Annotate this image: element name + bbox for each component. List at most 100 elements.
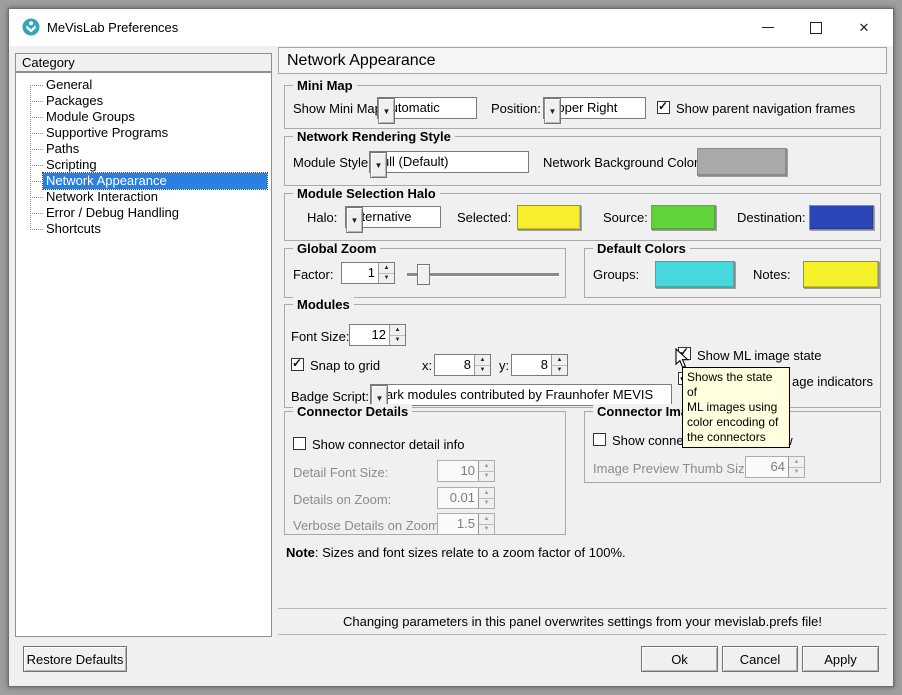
module-selection-halo-group: Module Selection Halo Halo: Alternative …	[284, 193, 881, 241]
image-indicators-label-fragment: age indicators	[792, 374, 873, 389]
snap-to-grid-checkbox[interactable]	[291, 358, 304, 371]
selected-color-label: Selected:	[457, 210, 511, 225]
spin-down-icon[interactable]	[552, 366, 567, 376]
spin-down-icon[interactable]	[390, 336, 405, 346]
footer-info: Changing parameters in this panel overwr…	[278, 608, 887, 635]
halo-label: Halo:	[307, 210, 337, 225]
spin-down-icon[interactable]	[475, 366, 490, 376]
selected-color-swatch[interactable]	[517, 205, 581, 230]
sidebar-item-scripting[interactable]: Scripting	[16, 157, 271, 173]
notes-color-label: Notes:	[753, 267, 791, 282]
preferences-window: MeVisLab Preferences Category General Pa…	[8, 8, 894, 687]
zoom-factor-slider-handle[interactable]	[417, 264, 430, 285]
category-tree: General Packages Module Groups Supportiv…	[15, 72, 272, 637]
maximize-button[interactable]	[795, 9, 837, 46]
close-button[interactable]	[843, 9, 885, 46]
minimize-icon	[762, 27, 774, 28]
spin-up-icon[interactable]	[390, 325, 405, 336]
sidebar-item-packages[interactable]: Packages	[16, 93, 271, 109]
category-header: Category	[15, 53, 272, 72]
notes-color-swatch[interactable]	[803, 261, 879, 288]
spin-down-icon[interactable]	[379, 274, 394, 284]
position-select[interactable]: Upper Right	[543, 97, 646, 119]
sidebar-item-module-groups[interactable]: Module Groups	[16, 109, 271, 125]
chevron-down-icon[interactable]	[544, 98, 561, 124]
sidebar-item-general[interactable]: General	[16, 77, 271, 93]
spin-down-icon	[789, 468, 804, 478]
grid-x-spinbox[interactable]: 8	[434, 354, 491, 376]
halo-select[interactable]: Alternative	[345, 206, 441, 228]
show-connector-detail-info-checkbox[interactable]	[293, 437, 306, 450]
chevron-down-icon[interactable]	[378, 98, 395, 124]
network-background-color-swatch[interactable]	[697, 148, 787, 176]
ok-button[interactable]: Ok	[641, 646, 718, 672]
destination-color-label: Destination:	[737, 210, 806, 225]
spin-up-icon[interactable]	[379, 263, 394, 274]
spin-up-icon[interactable]	[552, 355, 567, 366]
cancel-button[interactable]: Cancel	[722, 646, 798, 672]
spin-up-icon	[479, 514, 494, 525]
network-background-color-label: Network Background Color:	[543, 155, 702, 170]
sidebar-item-network-interaction[interactable]: Network Interaction	[16, 189, 271, 205]
spin-down-icon	[479, 472, 494, 482]
show-connector-image-preview-checkbox[interactable]	[593, 433, 606, 446]
tooltip: Shows the state of ML images using color…	[682, 367, 790, 448]
zoom-factor-spinbox[interactable]: 1	[341, 262, 395, 284]
sidebar-item-paths[interactable]: Paths	[16, 141, 271, 157]
global-zoom-group: Global Zoom Factor: 1	[284, 248, 566, 298]
verbose-details-on-zoom-spinbox: 1.5	[437, 513, 495, 535]
spin-up-icon	[479, 488, 494, 499]
position-label: Position:	[491, 101, 541, 116]
spin-up-icon[interactable]	[475, 355, 490, 366]
titlebar[interactable]: MeVisLab Preferences	[9, 9, 893, 46]
grid-y-spinbox[interactable]: 8	[511, 354, 568, 376]
show-mini-map-label: Show Mini Map:	[293, 101, 385, 116]
mevislab-logo-icon	[22, 18, 40, 36]
mini-map-group: Mini Map Show Mini Map: Automatic Positi…	[284, 85, 881, 129]
note-text: Note: Sizes and font sizes relate to a z…	[286, 545, 626, 560]
sidebar-item-supportive-programs[interactable]: Supportive Programs	[16, 125, 271, 141]
connector-details-group: Connector Details Show connector detail …	[284, 411, 566, 535]
module-style-label: Module Style:	[293, 155, 372, 170]
default-colors-group: Default Colors Groups: Notes:	[584, 248, 881, 298]
image-preview-thumb-size-label: Image Preview Thumb Size:	[593, 461, 755, 476]
badge-script-select[interactable]: Mark modules contributed by Fraunhofer M…	[370, 384, 672, 406]
default-colors-group-title: Default Colors	[593, 241, 690, 256]
sidebar-item-shortcuts[interactable]: Shortcuts	[16, 221, 271, 237]
zoom-factor-label: Factor:	[293, 267, 333, 282]
groups-color-swatch[interactable]	[655, 261, 735, 288]
grid-y-label: y:	[499, 358, 509, 373]
modules-group: Modules Font Size: 12 Snap to grid x: 8 …	[284, 304, 881, 408]
chevron-down-icon[interactable]	[346, 207, 363, 233]
show-mini-map-select[interactable]: Automatic	[377, 97, 477, 119]
spin-up-icon	[479, 461, 494, 472]
page-title: Network Appearance	[278, 47, 887, 74]
mouse-cursor-icon	[675, 348, 690, 375]
window-title: MeVisLab Preferences	[47, 20, 178, 35]
parent-navigation-frames-checkbox[interactable]	[657, 101, 670, 114]
detail-font-size-spinbox: 10	[437, 460, 495, 482]
chevron-down-icon[interactable]	[370, 152, 387, 178]
source-color-swatch[interactable]	[651, 205, 716, 230]
show-ml-image-state-label: Show ML image state	[697, 348, 822, 363]
show-connector-detail-info-label: Show connector detail info	[312, 437, 464, 452]
details-on-zoom-spinbox: 0.01	[437, 487, 495, 509]
grid-x-label: x:	[422, 358, 432, 373]
mini-map-group-title: Mini Map	[293, 78, 357, 93]
module-style-select[interactable]: Full (Default)	[369, 151, 529, 173]
restore-defaults-button[interactable]: Restore Defaults	[23, 646, 127, 672]
minimize-button[interactable]	[747, 9, 789, 46]
destination-color-swatch[interactable]	[809, 205, 874, 230]
network-rendering-style-group-title: Network Rendering Style	[293, 129, 455, 144]
global-zoom-group-title: Global Zoom	[293, 241, 380, 256]
sidebar-item-error-debug-handling[interactable]: Error / Debug Handling	[16, 205, 271, 221]
spin-up-icon	[789, 457, 804, 468]
source-color-label: Source:	[603, 210, 648, 225]
maximize-icon	[810, 22, 822, 34]
network-rendering-style-group: Network Rendering Style Module Style: Fu…	[284, 136, 881, 186]
apply-button[interactable]: Apply	[802, 646, 879, 672]
badge-script-label: Badge Script:	[291, 389, 369, 404]
font-size-spinbox[interactable]: 12	[349, 324, 406, 346]
sidebar-item-network-appearance[interactable]: Network Appearance	[16, 173, 271, 189]
details-on-zoom-label: Details on Zoom:	[293, 492, 391, 507]
